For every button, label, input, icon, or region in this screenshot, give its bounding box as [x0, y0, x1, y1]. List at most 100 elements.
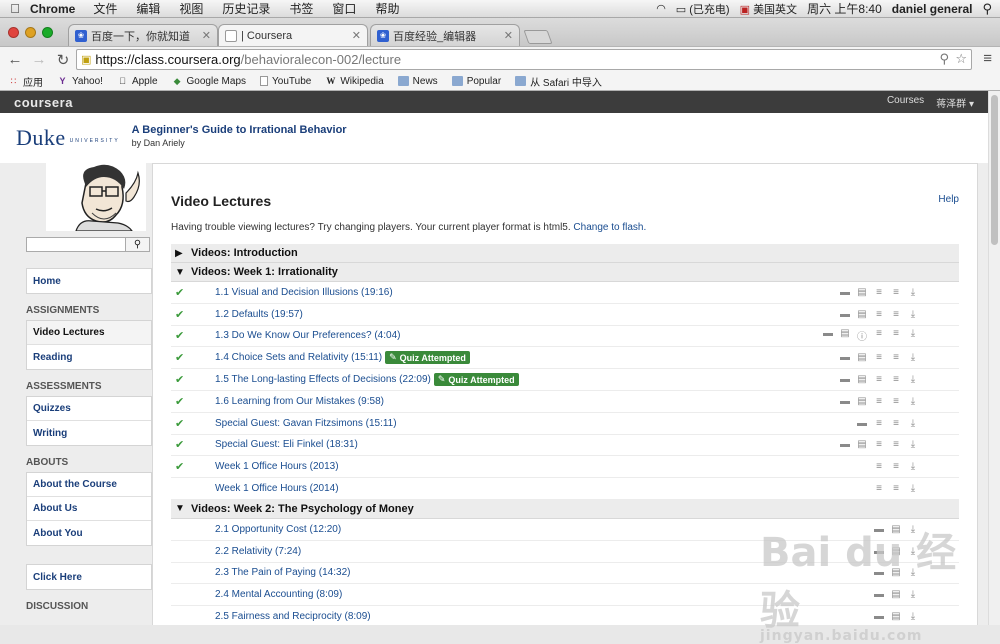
tab-baidu-search[interactable]: ❀ 百度一下，你就知道 ✕: [68, 24, 218, 46]
menu-window[interactable]: 窗口: [332, 0, 356, 17]
list-icon[interactable]: ≡: [890, 374, 902, 385]
sidebar-item-home[interactable]: Home: [27, 269, 151, 293]
app-menu-chrome[interactable]: Chrome: [30, 2, 75, 16]
list-icon[interactable]: ≡: [873, 352, 885, 363]
comment-icon[interactable]: ▬: [839, 352, 851, 363]
menu-edit[interactable]: 编辑: [136, 0, 160, 17]
address-bar[interactable]: ▣ https://class.coursera.org/behaviorale…: [76, 49, 972, 70]
new-tab-button[interactable]: [523, 30, 553, 44]
lecture-link[interactable]: Week 1 Office Hours (2014): [215, 483, 339, 494]
download-icon[interactable]: ⤓: [907, 374, 919, 385]
minimize-window-button[interactable]: [25, 27, 36, 38]
sidebar-item-writing[interactable]: Writing: [27, 421, 151, 445]
list-icon[interactable]: ≡: [890, 461, 902, 472]
section-header[interactable]: ▶ Videos: Introduction: [171, 244, 959, 263]
list-icon[interactable]: ≡: [890, 439, 902, 450]
sidebar-item-about-course[interactable]: About the Course: [27, 473, 151, 497]
tab-baidu-jingyan[interactable]: ❀ 百度经验_编辑器 ✕: [370, 24, 520, 46]
comment-icon[interactable]: ▬: [839, 309, 851, 320]
bookmark-apple[interactable]: Apple: [117, 76, 157, 87]
bookmark-google-maps[interactable]: ◆ Google Maps: [172, 76, 246, 87]
back-arrow-icon[interactable]: ←: [6, 51, 24, 68]
download-icon[interactable]: ⤓: [907, 328, 919, 343]
download-icon[interactable]: ⤓: [907, 439, 919, 450]
course-title[interactable]: A Beginner's Guide to Irrational Behavio…: [132, 124, 347, 136]
list-icon[interactable]: ≡: [890, 309, 902, 320]
input-source[interactable]: ▣ 美国英文: [740, 1, 797, 17]
list-icon[interactable]: ≡: [890, 287, 902, 298]
lecture-link[interactable]: 1.5 The Long-lasting Effects of Decision…: [215, 374, 431, 385]
close-tab-icon[interactable]: ✕: [202, 29, 211, 42]
scrollbar-thumb[interactable]: [991, 95, 998, 245]
list-icon[interactable]: ≡: [873, 483, 885, 494]
bookmark-star-icon[interactable]: ☆: [955, 51, 967, 67]
sidebar-item-about-you[interactable]: About You: [27, 521, 151, 545]
sidebar-item-quizzes[interactable]: Quizzes: [27, 397, 151, 421]
list-icon[interactable]: ≡: [873, 287, 885, 298]
lecture-link[interactable]: 1.2 Defaults (19:57): [215, 309, 303, 320]
lecture-link[interactable]: 1.6 Learning from Our Mistakes (9:58): [215, 396, 384, 407]
clock[interactable]: 周六 上午8:40: [807, 0, 882, 17]
spotlight-search-icon[interactable]: ⚲: [982, 1, 992, 17]
lecture-link[interactable]: 2.2 Relativity (7:24): [215, 546, 301, 557]
list-icon[interactable]: ≡: [873, 309, 885, 320]
download-icon[interactable]: ⤓: [907, 287, 919, 298]
download-icon[interactable]: ⤓: [907, 418, 919, 429]
comment-icon[interactable]: ▬: [839, 374, 851, 385]
user-menu[interactable]: 蒋泽群 ▾: [936, 95, 974, 110]
lecture-link[interactable]: 2.1 Opportunity Cost (12:20): [215, 524, 341, 535]
list-icon[interactable]: ≡: [890, 418, 902, 429]
list-icon[interactable]: ≡: [873, 461, 885, 472]
tab-coursera[interactable]: | Coursera ✕: [218, 24, 368, 46]
coursera-logo[interactable]: coursera: [14, 95, 73, 110]
forward-arrow-icon[interactable]: →: [30, 51, 48, 68]
lecture-link[interactable]: 2.3 The Pain of Paying (14:32): [215, 567, 350, 578]
close-tab-icon[interactable]: ✕: [352, 29, 361, 42]
bookmark-wikipedia[interactable]: W Wikipedia: [325, 76, 383, 87]
list-icon[interactable]: ≡: [890, 483, 902, 494]
menu-help[interactable]: 帮助: [375, 0, 399, 17]
list-icon[interactable]: ≡: [873, 328, 885, 343]
document-icon[interactable]: ▤: [856, 309, 868, 320]
info-icon[interactable]: ⓘ: [856, 328, 868, 343]
comment-icon[interactable]: ▬: [839, 287, 851, 298]
bookmark-popular[interactable]: Popular: [451, 76, 501, 87]
reload-icon[interactable]: ↻: [54, 51, 72, 69]
nav-courses-link[interactable]: Courses: [887, 95, 924, 110]
battery-status[interactable]: ▭ (已充电): [676, 1, 730, 17]
lecture-link[interactable]: 1.3 Do We Know Our Preferences? (4:04): [215, 330, 400, 341]
sidebar-item-video-lectures[interactable]: Video Lectures: [27, 321, 151, 345]
lecture-link[interactable]: Special Guest: Gavan Fitzsimons (15:11): [215, 418, 397, 429]
duke-logo[interactable]: Duke: [16, 125, 66, 151]
download-icon[interactable]: ⤓: [907, 309, 919, 320]
page-scrollbar[interactable]: [988, 91, 1000, 625]
comment-icon[interactable]: ▬: [822, 328, 834, 343]
lecture-link[interactable]: 1.4 Choice Sets and Relativity (15:11): [215, 352, 382, 363]
document-icon[interactable]: ▤: [856, 374, 868, 385]
lecture-link[interactable]: Week 1 Office Hours (2013): [215, 461, 339, 472]
sidebar-item-click-here[interactable]: Click Here: [27, 565, 151, 589]
bookmark-youtube[interactable]: YouTube: [260, 76, 311, 87]
document-icon[interactable]: ▤: [856, 439, 868, 450]
user-name[interactable]: daniel general: [892, 2, 973, 16]
download-icon[interactable]: ⤓: [907, 483, 919, 494]
bookmark-apps[interactable]: ∷ 应用: [8, 74, 43, 89]
list-icon[interactable]: ≡: [890, 396, 902, 407]
change-to-flash-link[interactable]: Change to flash.: [573, 222, 646, 233]
sidebar-item-about-us[interactable]: About Us: [27, 497, 151, 521]
section-header[interactable]: ▼ Videos: Week 2: The Psychology of Money: [171, 499, 959, 519]
sidebar-item-reading[interactable]: Reading: [27, 345, 151, 369]
list-icon[interactable]: ≡: [873, 396, 885, 407]
apple-menu-icon[interactable]: : [0, 1, 30, 16]
document-icon[interactable]: ▤: [856, 287, 868, 298]
list-icon[interactable]: ≡: [873, 374, 885, 385]
bookmark-safari-import[interactable]: 从 Safari 中导入: [515, 74, 602, 89]
quiz-attempted-badge[interactable]: ✎ Quiz Attempted: [385, 351, 470, 365]
list-icon[interactable]: ≡: [890, 352, 902, 363]
list-icon[interactable]: ≡: [890, 328, 902, 343]
zoom-window-button[interactable]: [42, 27, 53, 38]
search-icon[interactable]: ⚲: [939, 51, 949, 67]
document-icon[interactable]: ▤: [839, 328, 851, 343]
menu-bookmarks[interactable]: 书签: [289, 0, 313, 17]
list-icon[interactable]: ≡: [873, 439, 885, 450]
